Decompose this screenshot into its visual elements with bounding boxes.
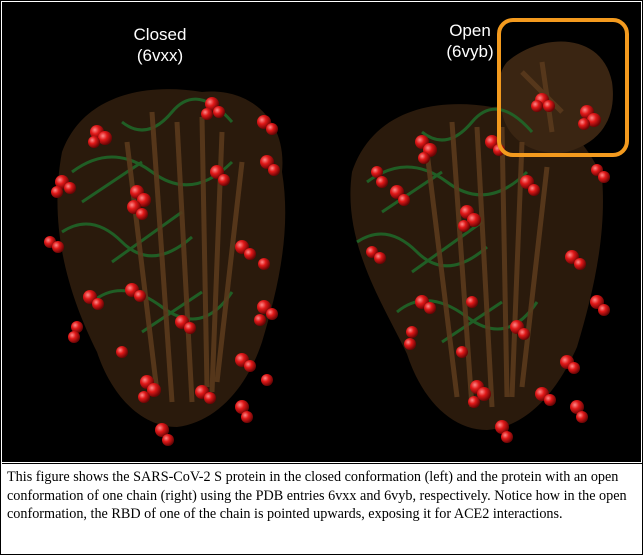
figure-caption: This figure shows the SARS-CoV-2 S prote… bbox=[2, 463, 642, 524]
closed-label: Closed (6vxx) bbox=[115, 24, 205, 66]
figure: Closed (6vxx) Open (6vyb) This figure sh… bbox=[0, 0, 643, 555]
open-protein-structure bbox=[350, 41, 613, 443]
closed-pdb-id: (6vxx) bbox=[136, 46, 184, 65]
open-label: Open (6vyb) bbox=[425, 20, 515, 62]
open-pdb-id: (6vyb) bbox=[446, 42, 494, 61]
closed-protein-structure bbox=[44, 89, 286, 446]
open-title: Open bbox=[449, 21, 491, 40]
protein-structures bbox=[44, 18, 629, 446]
closed-title: Closed bbox=[133, 25, 187, 44]
structure-image-panel: Closed (6vxx) Open (6vyb) bbox=[2, 2, 641, 462]
